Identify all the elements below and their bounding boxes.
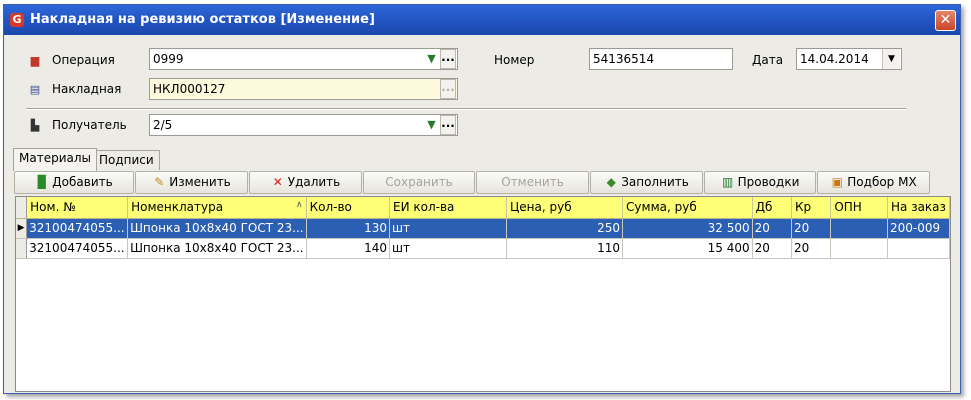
cell-sum[interactable]: 15 400 (622, 238, 753, 259)
column-header[interactable]: Кр (791, 197, 832, 219)
cell-nomenclature[interactable]: Шпонка 10x8x40 ГОСТ 23... (127, 238, 307, 259)
fill-icon: ◆ (606, 175, 616, 189)
pin-icon[interactable]: ▼ (424, 50, 439, 68)
operation-label: Операция (52, 53, 115, 67)
tab-signatures[interactable]: Подписи (93, 150, 160, 170)
cell-price[interactable]: 250 (506, 218, 624, 239)
invoice-value: НКЛ000127 (153, 82, 226, 96)
form-separator (26, 108, 906, 110)
recipient-icon: ▙ (30, 119, 40, 132)
operation-icon: ▆ (30, 54, 40, 67)
invoice-field: НКЛ000127 (149, 78, 458, 100)
cell-nomenclature[interactable]: Шпонка 10x8x40 ГОСТ 23... (127, 218, 307, 239)
save-button: Сохранить (363, 171, 475, 194)
delete-button[interactable]: ✕ Удалить (249, 171, 362, 194)
row-indicator (16, 238, 28, 259)
column-header[interactable]: Ном. № (26, 197, 129, 219)
recipient-label: Получатель (52, 118, 127, 132)
column-header[interactable]: ОПН (830, 197, 888, 219)
cancel-button: Отменить (476, 171, 589, 194)
operation-browse-button[interactable]: ... (440, 49, 456, 69)
sort-icon: ∧ (295, 200, 303, 211)
materials-table: Ном. № ∧ Номенклатура Кол-во ЕИ кол-ва Це… (16, 197, 950, 259)
cell-debit[interactable]: 20 (752, 238, 793, 259)
cell-quantity[interactable]: 130 (306, 218, 391, 239)
invoice-window: G Накладная на ревизию остатков [Изменен… (3, 4, 961, 394)
date-label: Дата (752, 53, 784, 67)
cell-item-number[interactable]: 32100474055... (26, 218, 129, 239)
cell-unit[interactable]: шт (389, 218, 507, 239)
operation-field[interactable]: 0999 (149, 48, 458, 70)
invoice-browse-button: ... (440, 79, 456, 99)
edit-button[interactable]: ✎ Изменить (135, 171, 248, 194)
column-header[interactable]: ЕИ кол-ва (389, 197, 507, 219)
cell-credit[interactable]: 20 (791, 238, 832, 259)
pin-icon[interactable]: ▼ (424, 116, 439, 134)
table-row[interactable]: 32100474055... Шпонка 10x8x40 ГОСТ 23...… (16, 238, 950, 259)
add-button[interactable]: ▉ Добавить (14, 171, 134, 194)
cell-credit[interactable]: 20 (791, 218, 832, 239)
column-header[interactable]: Цена, руб (506, 197, 624, 219)
column-header[interactable]: На заказ (887, 197, 950, 219)
cell-opn[interactable] (830, 238, 888, 259)
column-header[interactable]: ∧ Номенклатура (127, 197, 307, 219)
invoice-label: Накладная (52, 82, 122, 96)
fill-button[interactable]: ◆ Заполнить (590, 171, 703, 194)
recipient-browse-button[interactable]: ... (440, 115, 456, 135)
operation-value: 0999 (153, 52, 184, 66)
edit-icon: ✎ (154, 175, 165, 189)
number-value: 54136514 (593, 52, 655, 66)
app-icon: G (10, 13, 24, 27)
cell-quantity[interactable]: 140 (306, 238, 391, 259)
number-label: Номер (494, 53, 535, 67)
postings-button[interactable]: ▥ Проводки (704, 171, 816, 194)
tab-materials[interactable]: Материалы (13, 148, 97, 171)
row-pointer-icon: ▶ (16, 218, 28, 239)
materials-grid[interactable]: Ном. № ∧ Номенклатура Кол-во ЕИ кол-ва Це… (15, 196, 951, 392)
select-mx-button[interactable]: ▣ Подбор МХ (817, 171, 930, 194)
add-icon: ▉ (37, 175, 47, 189)
cell-sum[interactable]: 32 500 (622, 218, 753, 239)
select-mx-icon: ▣ (831, 175, 843, 189)
cell-unit[interactable]: шт (389, 238, 507, 259)
table-header: Ном. № ∧ Номенклатура Кол-во ЕИ кол-ва Це… (16, 197, 950, 219)
cell-opn[interactable] (830, 218, 888, 239)
invoice-icon: ▤ (29, 83, 41, 96)
column-header[interactable]: Кол-во (306, 197, 391, 219)
recipient-field[interactable]: 2/5 (149, 114, 458, 136)
number-field[interactable]: 54136514 (589, 48, 733, 70)
cell-price[interactable]: 110 (506, 238, 624, 259)
delete-icon: ✕ (272, 175, 283, 189)
row-indicator-header (16, 197, 28, 219)
date-value: 14.04.2014 (800, 52, 869, 66)
window-title: Накладная на ревизию остатков [Изменение… (30, 12, 375, 27)
column-header[interactable]: Сумма, руб (622, 197, 753, 219)
postings-icon: ▥ (721, 175, 734, 189)
toolbar: ▉ Добавить ✎ Изменить ✕ Удалить Сохранить О… (14, 171, 950, 194)
table-row[interactable]: ▶ 32100474055... Шпонка 10x8x40 ГОСТ 23.… (16, 218, 950, 239)
cell-order[interactable] (887, 238, 950, 259)
cell-debit[interactable]: 20 (752, 218, 793, 239)
recipient-value: 2/5 (153, 118, 173, 132)
chevron-down-icon[interactable]: ▼ (882, 49, 900, 69)
cell-order[interactable]: 200-009 (887, 218, 950, 239)
cell-item-number[interactable]: 32100474055... (26, 238, 129, 259)
close-button[interactable]: ✕ (935, 10, 956, 31)
title-bar: G Накладная на ревизию остатков [Изменен… (4, 5, 960, 35)
column-header[interactable]: Дб (752, 197, 793, 219)
